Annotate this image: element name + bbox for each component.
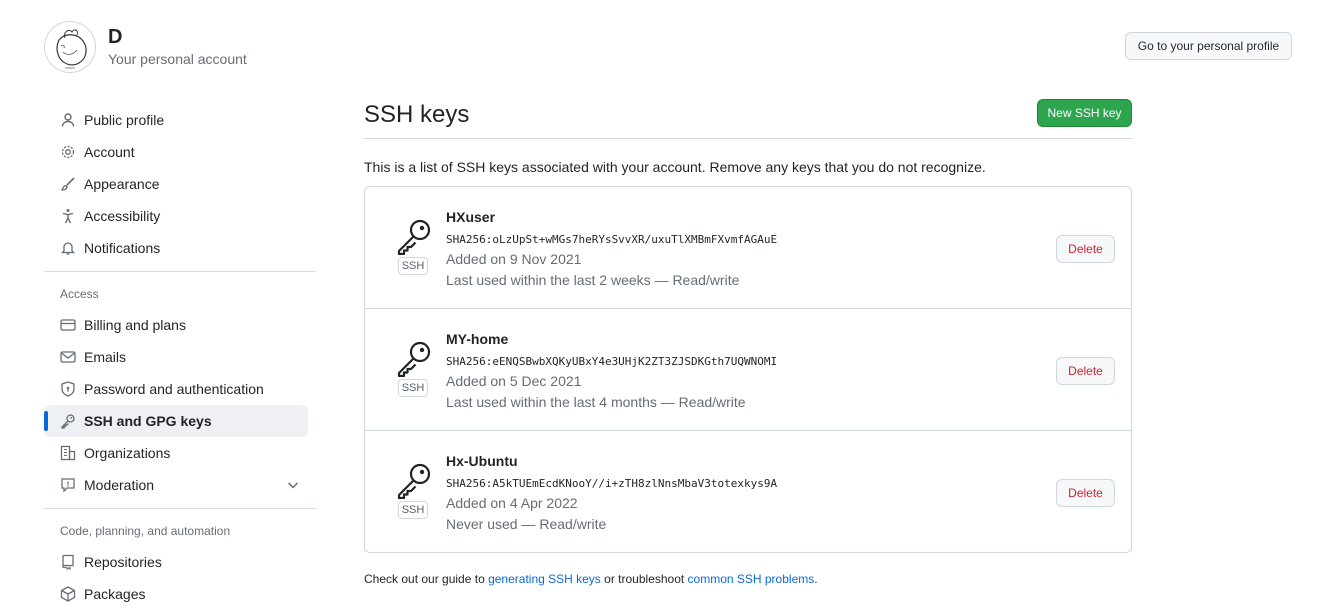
key-title: Hx-Ubuntu xyxy=(446,453,518,469)
key-fingerprint: SHA256:oLzUpSt+wMGs7heRYsSvvXR/uxuTlXMBm… xyxy=(446,233,778,246)
sidebar-item-repositories[interactable]: Repositories xyxy=(44,546,316,578)
footer-suffix: . xyxy=(814,572,818,586)
footer-prefix: Check out our guide to xyxy=(364,572,489,586)
sidebar-item-account[interactable]: Account xyxy=(44,136,316,168)
sidebar-item-label: Notifications xyxy=(84,240,161,256)
bell-icon xyxy=(60,240,76,256)
key-usage: Never used — Read/write xyxy=(446,516,607,532)
mail-icon xyxy=(60,349,76,365)
avatar-image xyxy=(56,29,87,69)
key-title: HXuser xyxy=(446,209,496,225)
sidebar-item-notifications[interactable]: Notifications xyxy=(44,232,316,264)
sidebar-item-label: Accessibility xyxy=(84,208,161,224)
sidebar-item-label: Public profile xyxy=(84,112,165,128)
paintbrush-icon xyxy=(60,176,76,192)
ssh-key-row: SSH Hx-Ubuntu SHA256:A5kTUEmEcdKNooY//i+… xyxy=(365,430,1131,552)
settings-sidebar: Public profile Account Appearance Access… xyxy=(44,104,316,610)
key-title: MY-home xyxy=(446,331,509,347)
sidebar-item-moderation[interactable]: Moderation xyxy=(44,469,316,501)
package-icon xyxy=(60,586,76,602)
key-icon xyxy=(60,413,76,429)
generating-ssh-keys-link[interactable]: generating SSH keys xyxy=(488,572,601,586)
person-icon xyxy=(60,112,76,128)
sidebar-item-label: Repositories xyxy=(84,554,162,570)
common-ssh-problems-link[interactable]: common SSH problems xyxy=(688,572,815,586)
sidebar-item-label: Emails xyxy=(84,349,127,365)
sidebar-item-packages[interactable]: Packages xyxy=(44,578,316,610)
ssh-badge: SSH xyxy=(398,257,428,275)
sidebar-item-public-profile[interactable]: Public profile xyxy=(44,104,316,136)
sidebar-divider xyxy=(44,271,316,272)
account-name: D xyxy=(108,26,123,48)
delete-key-button[interactable]: Delete xyxy=(1056,357,1115,385)
avatar[interactable] xyxy=(44,21,96,73)
ssh-badge: SSH xyxy=(398,501,428,519)
ssh-key-list: SSH HXuser SHA256:oLzUpSt+wMGs7heRYsSvvX… xyxy=(364,186,1132,553)
sidebar-item-label: Organizations xyxy=(84,445,171,461)
ssh-key-row: SSH HXuser SHA256:oLzUpSt+wMGs7heRYsSvvX… xyxy=(365,187,1131,308)
key-added-date: Added on 5 Dec 2021 xyxy=(446,373,582,389)
chevron-down-icon[interactable] xyxy=(285,477,301,493)
sidebar-section-code: Code, planning, and automation xyxy=(60,524,231,538)
key-added-date: Added on 4 Apr 2022 xyxy=(446,495,578,511)
key-usage: Last used within the last 2 weeks — Read… xyxy=(446,272,740,288)
sidebar-item-emails[interactable]: Emails xyxy=(44,341,316,373)
delete-key-button[interactable]: Delete xyxy=(1056,235,1115,263)
credit-card-icon xyxy=(60,317,76,333)
go-to-profile-button[interactable]: Go to your personal profile xyxy=(1125,32,1292,60)
sidebar-item-label: Billing and plans xyxy=(84,317,186,333)
repo-icon xyxy=(60,554,76,570)
sidebar-item-password-auth[interactable]: Password and authentication xyxy=(44,373,316,405)
key-icon xyxy=(395,339,433,378)
key-usage: Last used within the last 4 months — Rea… xyxy=(446,394,746,410)
sidebar-divider xyxy=(44,508,316,509)
page-header: SSH keys New SSH key xyxy=(364,98,1132,139)
ssh-badge: SSH xyxy=(398,379,428,397)
delete-key-button[interactable]: Delete xyxy=(1056,479,1115,507)
accessibility-icon xyxy=(60,208,76,224)
ssh-key-row: SSH MY-home SHA256:eENQSBwbXQKyUBxY4e3UH… xyxy=(365,308,1131,430)
intro-text: This is a list of SSH keys associated wi… xyxy=(364,159,986,175)
sidebar-item-label: Password and authentication xyxy=(84,381,264,397)
sidebar-item-label: Account xyxy=(84,144,135,160)
footer-middle: or troubleshoot xyxy=(600,572,688,586)
new-ssh-key-button[interactable]: New SSH key xyxy=(1037,99,1132,127)
help-footer: Check out our guide to generating SSH ke… xyxy=(364,572,1132,586)
shield-icon xyxy=(60,381,76,397)
key-fingerprint: SHA256:A5kTUEmEcdKNooY//i+zTH8zlNnsMbaV3… xyxy=(446,477,778,490)
organization-icon xyxy=(60,445,76,461)
key-added-date: Added on 9 Nov 2021 xyxy=(446,251,582,267)
report-icon xyxy=(60,477,76,493)
sidebar-item-label: Packages xyxy=(84,586,146,602)
account-subtitle: Your personal account xyxy=(108,51,247,67)
page-title: SSH keys xyxy=(364,101,470,128)
sidebar-item-accessibility[interactable]: Accessibility xyxy=(44,200,316,232)
sidebar-item-label: Moderation xyxy=(84,477,155,493)
key-icon xyxy=(395,217,433,256)
sidebar-item-label: SSH and GPG keys xyxy=(84,413,212,429)
ssh-keys-panel: SSH keys New SSH key This is a list of S… xyxy=(364,98,1132,586)
sidebar-item-billing[interactable]: Billing and plans xyxy=(44,309,316,341)
key-icon xyxy=(395,461,433,500)
sidebar-section-access: Access xyxy=(60,287,99,301)
sidebar-item-label: Appearance xyxy=(84,176,160,192)
key-fingerprint: SHA256:eENQSBwbXQKyUBxY4e3UHjK2ZT3ZJSDKG… xyxy=(446,355,778,368)
sidebar-item-ssh-gpg-keys[interactable]: SSH and GPG keys xyxy=(44,405,308,437)
sidebar-item-appearance[interactable]: Appearance xyxy=(44,168,316,200)
gear-icon xyxy=(60,144,76,160)
sidebar-item-organizations[interactable]: Organizations xyxy=(44,437,316,469)
